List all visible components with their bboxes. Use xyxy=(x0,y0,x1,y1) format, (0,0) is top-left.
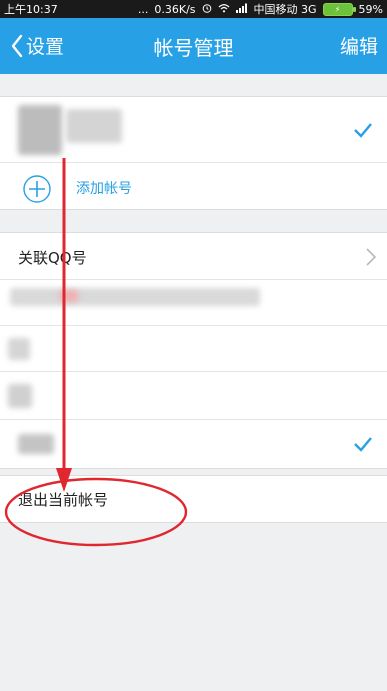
annotation-overlay xyxy=(4,158,188,547)
annotation-circle xyxy=(4,477,188,547)
